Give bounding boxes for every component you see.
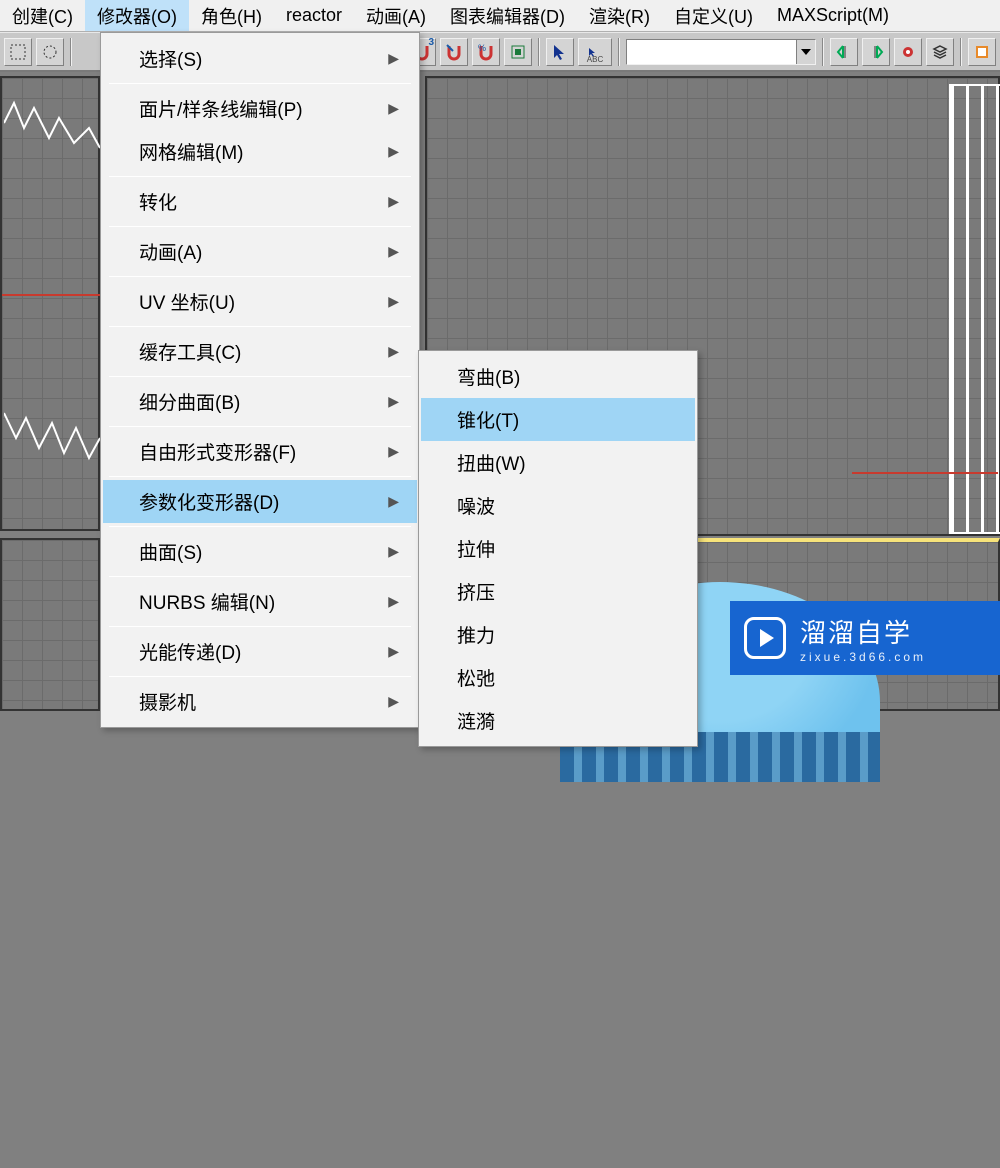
watermark-title: 溜溜自学: [800, 613, 926, 650]
menubar: 创建(C) 修改器(O) 角色(H) reactor 动画(A) 图表编辑器(D…: [0, 0, 1000, 32]
menu-render[interactable]: 渲染(R): [577, 0, 662, 31]
submenu-item-squeeze[interactable]: 挤压: [421, 570, 695, 613]
tool-select-region-icon[interactable]: [4, 38, 32, 66]
menu-separator: [109, 226, 411, 227]
menu-separator: [109, 626, 411, 627]
chevron-right-icon: ▶: [388, 143, 399, 160]
tool-abc-cursor-icon[interactable]: ABC: [578, 38, 612, 66]
submenu-item-ripple[interactable]: 涟漪: [421, 699, 695, 742]
axis-line: [852, 472, 998, 474]
tool-select-lasso-icon[interactable]: [36, 38, 64, 66]
submenu-item-twist[interactable]: 扭曲(W): [421, 441, 695, 484]
tool-schematic-icon[interactable]: [968, 38, 996, 66]
menu-separator: [109, 576, 411, 577]
submenu-item-stretch[interactable]: 拉伸: [421, 527, 695, 570]
menu-item-uv-coord[interactable]: UV 坐标(U)▶: [103, 280, 417, 323]
menu-modifier[interactable]: 修改器(O): [85, 0, 189, 31]
menu-separator: [109, 83, 411, 84]
tool-grid-snap-icon[interactable]: [504, 38, 532, 66]
menu-item-surface[interactable]: 曲面(S)▶: [103, 530, 417, 573]
viewport-top-left[interactable]: [0, 76, 100, 531]
tool-align-icon[interactable]: [894, 38, 922, 66]
toolbar-separator: [960, 38, 962, 66]
chevron-right-icon: ▶: [388, 193, 399, 210]
toolbar-separator: [70, 38, 72, 66]
watermark-badge: 溜溜自学 zixue.3d66.com: [730, 601, 1000, 675]
play-icon: [744, 617, 786, 659]
menu-item-subdivision[interactable]: 细分曲面(B)▶: [103, 380, 417, 423]
chevron-right-icon: ▶: [388, 293, 399, 310]
named-selection-dropdown[interactable]: [626, 39, 816, 65]
chevron-right-icon: ▶: [388, 443, 399, 460]
menu-customize[interactable]: 自定义(U): [662, 0, 765, 31]
menu-item-animation[interactable]: 动画(A)▶: [103, 230, 417, 273]
menu-separator: [109, 326, 411, 327]
menu-item-mesh-edit[interactable]: 网格编辑(M)▶: [103, 130, 417, 173]
menu-separator: [109, 476, 411, 477]
chevron-right-icon: ▶: [388, 100, 399, 117]
submenu-item-noise[interactable]: 噪波: [421, 484, 695, 527]
menu-separator: [109, 426, 411, 427]
modifier-menu: 选择(S)▶ 面片/样条线编辑(P)▶ 网格编辑(M)▶ 转化▶ 动画(A)▶ …: [100, 32, 420, 728]
waveform-line: [4, 408, 100, 478]
model-mesh: [949, 84, 1000, 534]
chevron-right-icon: ▶: [388, 693, 399, 710]
menu-animation[interactable]: 动画(A): [354, 0, 438, 31]
chevron-right-icon: ▶: [388, 643, 399, 660]
watermark-url: zixue.3d66.com: [800, 650, 926, 664]
menu-separator: [109, 376, 411, 377]
tool-layers-icon[interactable]: [926, 38, 954, 66]
menu-item-cache-tools[interactable]: 缓存工具(C)▶: [103, 330, 417, 373]
toolbar-separator: [538, 38, 540, 66]
submenu-item-taper[interactable]: 锥化(T): [421, 398, 695, 441]
submenu-item-relax[interactable]: 松弛: [421, 656, 695, 699]
submenu-item-bend[interactable]: 弯曲(B): [421, 355, 695, 398]
chevron-right-icon: ▶: [388, 493, 399, 510]
chevron-right-icon: ▶: [388, 50, 399, 67]
axis-line: [2, 294, 102, 296]
menu-reactor[interactable]: reactor: [274, 0, 354, 31]
menu-separator: [109, 276, 411, 277]
menu-item-camera[interactable]: 摄影机▶: [103, 680, 417, 723]
menu-separator: [109, 526, 411, 527]
toolbar-separator: [822, 38, 824, 66]
chevron-right-icon: ▶: [388, 593, 399, 610]
menu-maxscript[interactable]: MAXScript(M): [765, 0, 901, 31]
tool-magnet-percent-icon[interactable]: %: [472, 38, 500, 66]
tool-mirror-next-icon[interactable]: [862, 38, 890, 66]
menu-graph-editor[interactable]: 图表编辑器(D): [438, 0, 577, 31]
chevron-right-icon: ▶: [388, 343, 399, 360]
menu-item-radiosity[interactable]: 光能传递(D)▶: [103, 630, 417, 673]
menu-separator: [109, 676, 411, 677]
tool-magnet-angle-icon[interactable]: [440, 38, 468, 66]
menu-item-parametric-deformers[interactable]: 参数化变形器(D)▶: [103, 480, 417, 523]
svg-text:%: %: [478, 43, 486, 53]
viewport-bottom-left[interactable]: [0, 538, 100, 711]
menu-item-nurbs-edit[interactable]: NURBS 编辑(N)▶: [103, 580, 417, 623]
menu-item-selection[interactable]: 选择(S)▶: [103, 37, 417, 80]
toolbar-separator: [618, 38, 620, 66]
menu-item-convert[interactable]: 转化▶: [103, 180, 417, 223]
menu-separator: [109, 176, 411, 177]
waveform-line: [4, 98, 100, 158]
submenu-item-push[interactable]: 推力: [421, 613, 695, 656]
menu-character[interactable]: 角色(H): [189, 0, 274, 31]
menu-item-patch-spline-edit[interactable]: 面片/样条线编辑(P)▶: [103, 87, 417, 130]
parametric-submenu: 弯曲(B) 锥化(T) 扭曲(W) 噪波 拉伸 挤压 推力 松弛 涟漪: [418, 350, 698, 747]
chevron-right-icon: ▶: [388, 243, 399, 260]
menu-item-ffd[interactable]: 自由形式变形器(F)▶: [103, 430, 417, 473]
tool-mirror-prev-icon[interactable]: [830, 38, 858, 66]
menu-create[interactable]: 创建(C): [0, 0, 85, 31]
tool-cursor-icon[interactable]: [546, 38, 574, 66]
chevron-right-icon: ▶: [388, 393, 399, 410]
chevron-right-icon: ▶: [388, 543, 399, 560]
